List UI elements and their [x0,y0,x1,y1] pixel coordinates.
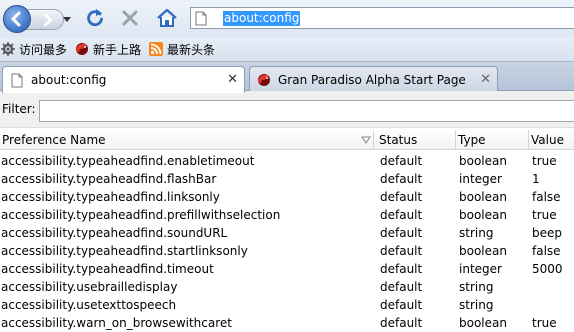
type-cell: integer [459,172,502,186]
bookmark-latest-headlines[interactable]: 最新头条 [148,38,215,60]
table-row[interactable]: accessibility.typeaheadfind.prefillwiths… [0,206,574,224]
type-cell: boolean [459,190,507,204]
status-cell: default [380,280,423,294]
bookmark-getting-started[interactable]: 新手上路 [74,38,141,60]
preference-name-cell: accessibility.typeaheadfind.startlinkson… [1,244,248,258]
status-cell: default [380,226,423,240]
back-button[interactable] [3,5,31,33]
firefox-icon [74,41,90,57]
status-cell: default [380,208,423,222]
bookmark-label: 最新头条 [167,42,216,57]
tab-strip: about:config ✕ Gran Paradiso Alpha Start… [0,62,574,93]
tab-label: about:config [31,73,107,87]
value-cell: false [532,190,561,204]
value-cell: beep [532,226,562,240]
type-cell: string [459,298,494,312]
preference-name-cell: accessibility.typeaheadfind.prefillwiths… [1,208,281,222]
table-row[interactable]: accessibility.typeaheadfind.enabletimeou… [0,152,574,170]
reload-icon [87,9,103,27]
preference-name-cell: accessibility.typeaheadfind.linksonly [1,190,220,204]
home-button[interactable] [156,8,178,28]
bookmark-label: 访问最多 [19,42,68,57]
status-cell: default [380,298,423,312]
stop-button[interactable] [120,8,140,28]
value-cell: true [532,208,557,222]
filter-label: Filter: [2,102,36,116]
status-cell: default [380,190,423,204]
type-cell: string [459,226,494,240]
table-row[interactable]: accessibility.typeaheadfind.linksonly def… [0,188,574,206]
chevron-down-icon [62,16,71,22]
page-icon [9,72,25,88]
column-header-preference-name[interactable]: Preference Name [0,130,374,150]
close-icon[interactable]: ✕ [480,73,491,86]
tab-label: Gran Paradiso Alpha Start Page [278,72,466,87]
bookmarks-toolbar: 访问最多 新手上路 最新头条 [0,37,574,62]
table-row[interactable]: accessibility.warn_on_browsewithcaret def… [0,314,574,332]
history-dropdown-button[interactable] [62,15,71,24]
column-header-type[interactable]: Type [456,130,529,150]
status-cell: default [380,172,423,186]
forward-arrow-icon [43,13,53,26]
bookmark-most-visited[interactable]: 访问最多 [0,38,67,60]
type-cell: boolean [459,244,507,258]
preference-name-cell: accessibility.typeaheadfind.soundURL [1,226,228,240]
bookmark-label: 新手上路 [93,42,142,57]
value-cell: true [532,154,557,168]
page-icon [195,10,209,26]
table-row[interactable]: accessibility.usetexttospeech default stri… [0,296,574,314]
forward-button[interactable] [26,9,64,30]
preferences-tree[interactable]: Preference Name Status Type Value access… [0,130,574,332]
filter-bar: Filter: [0,91,574,128]
table-row[interactable]: accessibility.typeaheadfind.flashBar defa… [0,170,574,188]
back-arrow-icon [11,11,21,27]
type-cell: boolean [459,208,507,222]
type-cell: boolean [459,154,507,168]
sort-indicator-icon [361,136,371,144]
status-cell: default [380,316,423,330]
tab-about-config[interactable]: about:config ✕ [2,66,245,93]
column-header-status[interactable]: Status [377,130,456,150]
tab-gran-paradiso-start-page[interactable]: Gran Paradiso Alpha Start Page ✕ [249,66,498,92]
preference-name-cell: accessibility.usetexttospeech [1,298,177,312]
preference-name-cell: accessibility.usebrailledisplay [1,280,178,294]
navigation-toolbar: about:config [0,0,574,37]
value-cell: 1 [532,172,540,186]
preference-name-cell: accessibility.typeaheadfind.timeout [1,262,214,276]
table-row[interactable]: accessibility.typeaheadfind.soundURL defa… [0,224,574,242]
preference-name-cell: accessibility.typeaheadfind.flashBar [1,172,217,186]
reload-button[interactable] [85,8,105,28]
preference-name-cell: accessibility.typeaheadfind.enabletimeou… [1,154,255,168]
preference-name-cell: accessibility.warn_on_browsewithcaret [1,316,232,330]
table-row[interactable]: accessibility.usebrailledisplay default st… [0,278,574,296]
home-icon [157,8,177,27]
status-cell: default [380,244,423,258]
table-row[interactable]: accessibility.typeaheadfind.startlinkson… [0,242,574,260]
table-row[interactable]: accessibility.typeaheadfind.timeout defau… [0,260,574,278]
value-cell: false [532,244,561,258]
status-cell: default [380,262,423,276]
url-bar[interactable]: about:config [190,7,574,29]
filter-input[interactable] [39,100,574,122]
stop-icon [122,10,138,26]
status-cell: default [380,154,423,168]
url-text[interactable]: about:config [223,10,301,26]
rss-feed-icon [148,41,164,57]
column-header-row: Preference Name Status Type Value [0,130,574,150]
value-cell: true [532,316,557,330]
type-cell: integer [459,262,502,276]
close-icon[interactable]: ✕ [227,73,238,86]
firefox-icon [256,72,272,88]
type-cell: string [459,280,494,294]
value-cell: 5000 [532,262,563,276]
gear-icon [0,41,16,57]
type-cell: boolean [459,316,507,330]
column-header-value[interactable]: Value [529,130,574,150]
